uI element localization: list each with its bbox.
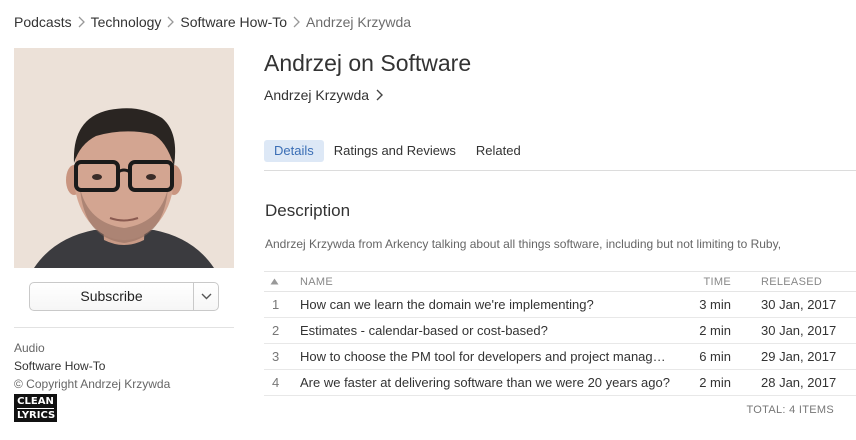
clean-lyrics-badge: CLEAN LYRICS: [14, 394, 57, 422]
chevron-right-icon: [376, 89, 384, 101]
episode-released: 28 Jan, 2017: [761, 375, 837, 390]
episode-name[interactable]: How to choose the PM tool for developers…: [296, 349, 670, 364]
chevron-right-icon: [78, 16, 85, 28]
episode-released: 30 Jan, 2017: [761, 297, 837, 312]
episode-name[interactable]: Are we faster at delivering software tha…: [296, 375, 670, 390]
table-header: NAME TIME RELEASED: [264, 271, 856, 292]
table-row[interactable]: 4 Are we faster at delivering software t…: [264, 370, 856, 396]
podcast-artwork-image: [14, 48, 234, 268]
clean-badge-bottom: LYRICS: [17, 408, 56, 421]
name-column-header[interactable]: NAME: [296, 276, 670, 288]
description-text: Andrzej Krzywda from Arkency talking abo…: [265, 237, 782, 251]
description-heading: Description: [265, 201, 351, 220]
breadcrumb: Podcasts Technology Software How-To Andr…: [14, 13, 411, 31]
artist-name: Andrzej Krzywda: [264, 87, 370, 103]
episodes-table: NAME TIME RELEASED 1 How can we learn th…: [264, 271, 856, 396]
episode-time: 2 min: [699, 375, 731, 390]
breadcrumb-podcasts[interactable]: Podcasts: [14, 14, 72, 30]
episode-time: 6 min: [699, 349, 731, 364]
table-row[interactable]: 3 How to choose the PM tool for develope…: [264, 344, 856, 370]
episode-number: 4: [272, 375, 280, 390]
detail-tabs: Details Ratings and Reviews Related: [264, 140, 531, 162]
tab-related[interactable]: Related: [466, 140, 531, 162]
clean-badge-top: CLEAN: [17, 396, 54, 407]
episode-released: 30 Jan, 2017: [761, 323, 837, 338]
time-column-header[interactable]: TIME: [670, 276, 731, 288]
episode-time: 3 min: [699, 297, 731, 312]
episode-released: 29 Jan, 2017: [761, 349, 837, 364]
breadcrumb-software-how-to[interactable]: Software How-To: [180, 14, 287, 30]
episode-number: 3: [272, 349, 280, 364]
sort-ascending-icon: [270, 278, 279, 284]
released-column-header[interactable]: RELEASED: [731, 276, 856, 288]
sidebar-divider: [14, 327, 234, 328]
subscribe-button-group: Subscribe: [29, 282, 219, 311]
table-row[interactable]: 2 Estimates - calendar-based or cost-bas…: [264, 318, 856, 344]
tabs-divider: [264, 170, 856, 171]
breadcrumb-current: Andrzej Krzywda: [306, 14, 412, 30]
chevron-right-icon: [167, 16, 175, 28]
podcast-title: Andrzej on Software: [264, 50, 472, 76]
episode-name[interactable]: Estimates - calendar-based or cost-based…: [296, 323, 670, 338]
copyright-label: © Copyright Andrzej Krzywda: [14, 377, 171, 391]
episode-number: 1: [272, 297, 280, 312]
episode-number: 2: [272, 323, 280, 338]
sort-column-header[interactable]: [264, 276, 296, 288]
table-row[interactable]: 1 How can we learn the domain we're impl…: [264, 292, 856, 318]
tab-ratings-and-reviews[interactable]: Ratings and Reviews: [324, 140, 466, 162]
chevron-down-icon: [201, 293, 211, 300]
total-items-label: TOTAL: 4 ITEMS: [746, 404, 834, 416]
tab-details[interactable]: Details: [264, 140, 324, 162]
podcast-artwork: [14, 48, 234, 268]
artist-link[interactable]: Andrzej Krzywda: [264, 87, 384, 103]
chevron-right-icon: [293, 16, 300, 28]
category-link[interactable]: Software How-To: [14, 359, 105, 373]
breadcrumb-technology[interactable]: Technology: [91, 14, 162, 30]
media-type-label: Audio: [14, 341, 45, 355]
subscribe-button[interactable]: Subscribe: [30, 283, 193, 310]
subscribe-dropdown-button[interactable]: [193, 283, 218, 310]
episode-time: 2 min: [699, 323, 731, 338]
episode-name[interactable]: How can we learn the domain we're implem…: [296, 297, 670, 312]
